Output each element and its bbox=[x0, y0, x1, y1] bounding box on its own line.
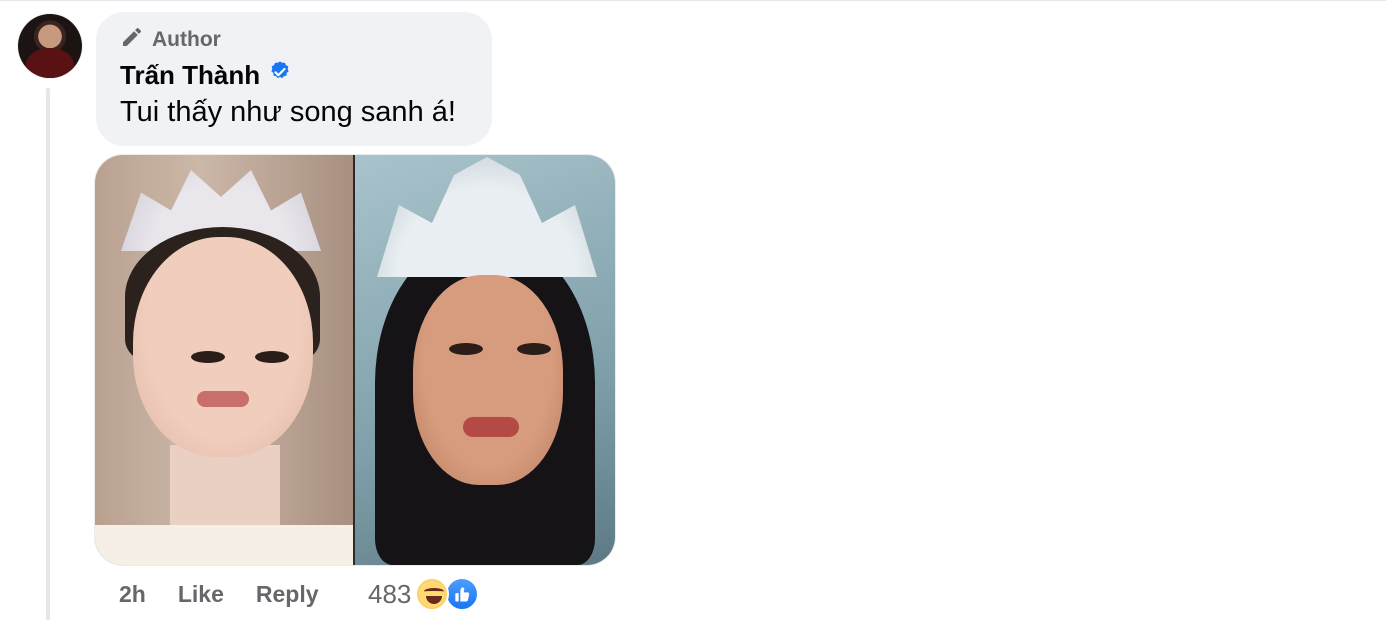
photo-right-panel bbox=[355, 155, 615, 565]
reaction-summary[interactable]: 483 bbox=[368, 576, 480, 612]
timestamp[interactable]: 2h bbox=[119, 581, 146, 608]
top-divider bbox=[0, 0, 1386, 1]
thread-line bbox=[46, 88, 50, 620]
reaction-count[interactable]: 483 bbox=[368, 579, 411, 610]
author-badge: Author bbox=[120, 28, 221, 52]
haha-icon bbox=[415, 577, 450, 611]
comment-text: Tui thấy như song sanh á! bbox=[120, 96, 456, 128]
right-eye-image bbox=[255, 351, 289, 363]
avatar[interactable] bbox=[18, 14, 82, 78]
comment-bubble: Author Trấn Thành Tui thấy như song sanh… bbox=[96, 12, 492, 146]
left-eye-image bbox=[449, 343, 483, 355]
crown-right-image bbox=[377, 157, 597, 277]
lips-left-image bbox=[197, 391, 249, 407]
comment-author[interactable]: Trấn Thành bbox=[120, 60, 292, 91]
right-eye-image bbox=[517, 343, 551, 355]
comment-actions: 2h Like Reply bbox=[119, 578, 319, 610]
verified-badge-icon bbox=[268, 60, 292, 91]
reply-action-button[interactable]: Reply bbox=[256, 581, 319, 608]
face-right-image bbox=[413, 275, 563, 485]
lips-right-image bbox=[463, 417, 519, 437]
face-left-image bbox=[133, 237, 313, 457]
like-action-button[interactable]: Like bbox=[178, 581, 224, 608]
left-eye-image bbox=[191, 351, 225, 363]
like-icon bbox=[445, 577, 480, 611]
author-name[interactable]: Trấn Thành bbox=[120, 60, 260, 91]
pen-icon bbox=[120, 25, 144, 55]
comment-photo[interactable] bbox=[95, 155, 615, 565]
author-badge-label: Author bbox=[152, 28, 221, 51]
dress-left-image bbox=[95, 525, 355, 565]
photo-left-panel bbox=[95, 155, 355, 565]
